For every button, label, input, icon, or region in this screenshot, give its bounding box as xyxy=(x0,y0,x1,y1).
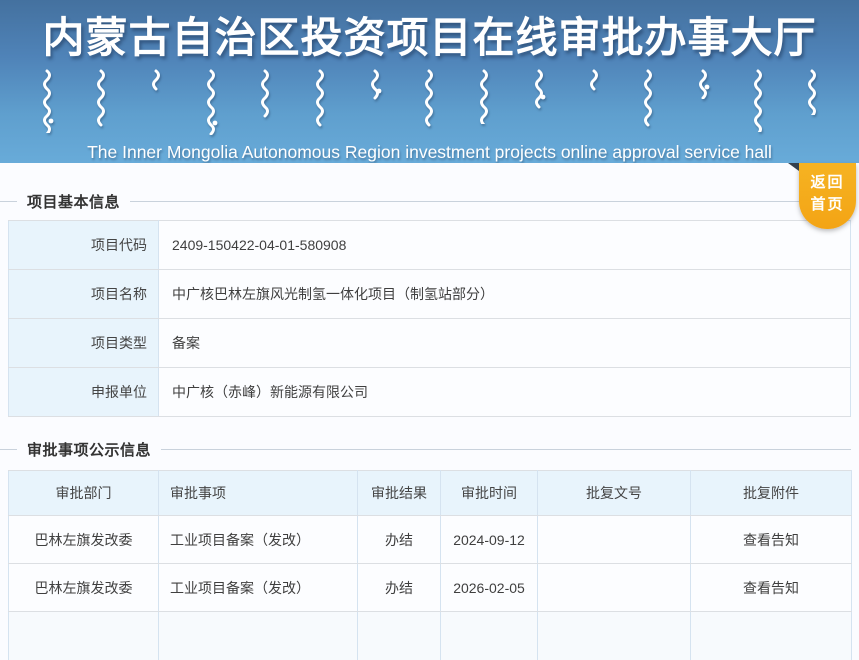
table-row-partial xyxy=(8,611,852,660)
section-title-basic-info: 项目基本信息 xyxy=(0,191,851,211)
column-header-reply-attachment: 批复附件 xyxy=(690,470,852,516)
divider-line xyxy=(130,200,851,202)
site-title-chinese: 内蒙古自治区投资项目在线审批办事大厅 xyxy=(42,16,817,62)
field-label-project-type: 项目类型 xyxy=(8,318,159,368)
cell-approval-result: 办结 xyxy=(357,515,441,564)
field-value-declaring-unit: 中广核（赤峰）新能源有限公司 xyxy=(158,367,851,417)
header-banner: 内蒙古自治区投资项目在线审批办事大厅 The Inner Mongolia Au… xyxy=(0,0,859,163)
table-row: 巴林左旗发改委 工业项目备案（发改） 办结 2026-02-05 查看告知 xyxy=(8,563,852,612)
column-header-reply-doc-number: 批复文号 xyxy=(537,470,691,516)
back-home-label-line2: 首页 xyxy=(810,195,845,213)
column-header-approval-time: 审批时间 xyxy=(440,470,538,516)
field-label-project-code: 项目代码 xyxy=(8,220,159,270)
mongolian-script-decoration xyxy=(40,69,820,136)
field-label-declaring-unit: 申报单位 xyxy=(8,367,159,417)
cell-approval-department: 巴林左旗发改委 xyxy=(8,515,159,564)
divider-line xyxy=(0,200,17,202)
cell-reply-doc-number xyxy=(537,515,691,564)
table-row: 项目名称 中广核巴林左旗风光制氢一体化项目（制氢站部分） xyxy=(8,269,851,319)
back-home-label-line1: 返回 xyxy=(810,174,845,191)
table-row: 项目代码 2409-150422-04-01-580908 xyxy=(8,220,851,270)
column-header-approval-department: 审批部门 xyxy=(8,470,159,516)
cell-approval-department: 巴林左旗发改委 xyxy=(8,563,159,612)
section-title-approval-info: 审批事项公示信息 xyxy=(0,439,851,459)
page: { "header": { "title_cn": "内蒙古自治区投资项目在线审… xyxy=(0,0,859,660)
field-value-project-type: 备案 xyxy=(158,318,851,368)
table-row: 申报单位 中广核（赤峰）新能源有限公司 xyxy=(8,367,851,417)
cell-approval-item: 工业项目备案（发改） xyxy=(158,563,358,612)
divider-line xyxy=(0,448,17,450)
approval-info-table: 审批部门 审批事项 审批结果 审批时间 批复文号 批复附件 巴林左旗发改委 工业… xyxy=(8,470,852,660)
table-row: 巴林左旗发改委 工业项目备案（发改） 办结 2024-09-12 查看告知 xyxy=(8,515,852,564)
view-notice-link[interactable]: 查看告知 xyxy=(690,563,852,612)
view-notice-link[interactable]: 查看告知 xyxy=(690,515,852,564)
cell-approval-time: 2024-09-12 xyxy=(440,515,538,564)
cell-approval-time: 2026-02-05 xyxy=(440,563,538,612)
divider-line xyxy=(161,448,851,450)
cell-reply-doc-number xyxy=(537,563,691,612)
table-row: 项目类型 备案 xyxy=(8,318,851,368)
section-heading: 审批事项公示信息 xyxy=(27,441,152,459)
field-value-project-name: 中广核巴林左旗风光制氢一体化项目（制氢站部分） xyxy=(158,269,851,319)
cell-approval-item: 工业项目备案（发改） xyxy=(158,515,358,564)
column-header-approval-item: 审批事项 xyxy=(158,470,358,516)
field-label-project-name: 项目名称 xyxy=(8,269,159,319)
section-heading: 项目基本信息 xyxy=(27,193,121,211)
basic-info-table: 项目代码 2409-150422-04-01-580908 项目名称 中广核巴林… xyxy=(8,220,851,417)
field-value-project-code: 2409-150422-04-01-580908 xyxy=(158,220,851,270)
table-header-row: 审批部门 审批事项 审批结果 审批时间 批复文号 批复附件 xyxy=(8,470,852,516)
cell-approval-result: 办结 xyxy=(357,563,441,612)
back-home-button[interactable]: 返回 首页 xyxy=(788,163,856,229)
site-title-english: The Inner Mongolia Autonomous Region inv… xyxy=(87,142,772,162)
column-header-approval-result: 审批结果 xyxy=(357,470,441,516)
